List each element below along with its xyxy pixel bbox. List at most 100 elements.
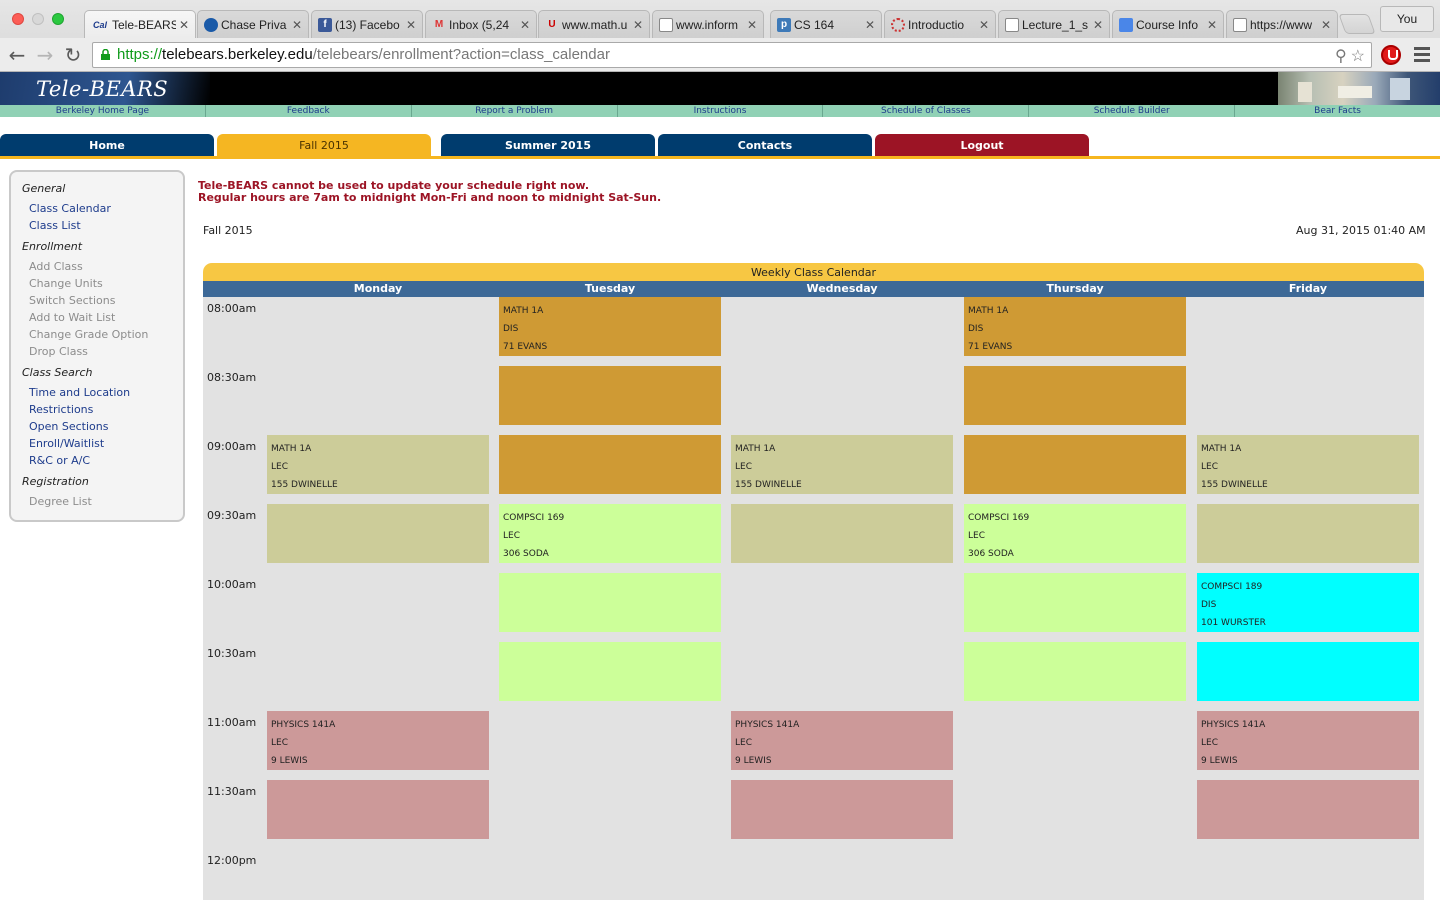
class-block-continuation[interactable] (1197, 642, 1419, 701)
time-label: 08:00am (207, 302, 257, 315)
profile-button[interactable]: You (1380, 6, 1434, 32)
bookmark-star-icon[interactable]: ☆ (1351, 45, 1365, 69)
browser-tab[interactable]: Chase Priva ✕ (197, 10, 309, 38)
browser-tab[interactable]: Course Info ✕ (1112, 10, 1224, 38)
address-bar[interactable]: https://telebears.berkeley.edu/telebears… (92, 42, 1372, 68)
nav-section-registration: Registration (22, 475, 89, 488)
class-block[interactable]: MATH 1A LEC 155 DWINELLE (267, 435, 489, 494)
class-block[interactable]: MATH 1A DIS 71 EVANS (964, 297, 1186, 356)
nav-item-time-and-location[interactable]: Time and Location (29, 386, 130, 399)
class-block-continuation[interactable] (267, 504, 489, 563)
site-link[interactable]: Report a Problem (412, 105, 618, 117)
cal-icon: Cal (92, 19, 107, 30)
class-block[interactable]: PHYSICS 141A LEC 9 LEWIS (1197, 711, 1419, 770)
site-logo[interactable]: Tele-BEARS (36, 77, 168, 101)
site-link[interactable]: Instructions (618, 105, 824, 117)
site-link[interactable]: Schedule Builder (1029, 105, 1236, 117)
close-tab-icon[interactable]: ✕ (406, 18, 416, 32)
class-block-continuation[interactable] (964, 435, 1186, 494)
day-header-friday: Friday (1288, 282, 1328, 295)
class-block[interactable]: MATH 1A LEC 155 DWINELLE (1197, 435, 1419, 494)
nav-item-restrictions[interactable]: Restrictions (29, 403, 93, 416)
site-link[interactable]: Schedule of Classes (823, 105, 1030, 117)
tab-logout[interactable]: Logout (875, 134, 1089, 156)
close-tab-icon[interactable]: ✕ (520, 18, 530, 32)
nav-item-drop-class: Drop Class (29, 345, 88, 358)
close-tab-icon[interactable]: ✕ (1207, 18, 1217, 32)
nav-item-switch-sections: Switch Sections (29, 294, 116, 307)
browser-tab[interactable]: Uwww.math.u ✕ (538, 10, 650, 38)
nav-item-class-list[interactable]: Class List (29, 219, 81, 232)
class-block[interactable]: COMPSCI 169 LEC 306 SODA (964, 504, 1186, 563)
class-type: LEC (968, 531, 985, 541)
forward-arrow-icon[interactable]: → (32, 42, 58, 68)
gmail-icon: M (434, 19, 444, 30)
tab-summer-2015[interactable]: Summer 2015 (441, 134, 655, 156)
class-block-continuation[interactable] (964, 573, 1186, 632)
close-tab-icon[interactable]: ✕ (633, 18, 643, 32)
class-block-continuation[interactable] (964, 642, 1186, 701)
new-tab-button[interactable] (1338, 14, 1376, 34)
nav-item-rc-or-ac[interactable]: R&C or A/C (29, 454, 90, 467)
nav-item-open-sections[interactable]: Open Sections (29, 420, 108, 433)
browser-menu-icon[interactable] (1414, 47, 1430, 65)
tab-fall-2015[interactable]: Fall 2015 (217, 134, 431, 159)
browser-tab[interactable]: M Inbox (5,24 ✕ (425, 10, 537, 38)
close-tab-icon[interactable]: ✕ (979, 18, 989, 32)
browser-tab[interactable]: www.inform ✕ (652, 10, 764, 38)
close-window-icon[interactable] (12, 13, 24, 25)
maximize-window-icon[interactable] (52, 13, 64, 25)
class-block[interactable]: MATH 1A DIS 71 EVANS (499, 297, 721, 356)
tab-home[interactable]: Home (0, 134, 214, 156)
class-block[interactable]: COMPSCI 169 LEC 306 SODA (499, 504, 721, 563)
browser-tab[interactable]: Introductio ✕ (884, 10, 996, 38)
search-icon[interactable]: ⚲ (1335, 45, 1347, 69)
class-block[interactable]: PHYSICS 141A LEC 9 LEWIS (267, 711, 489, 770)
page-icon (1233, 17, 1247, 32)
class-block-continuation[interactable] (267, 780, 489, 839)
site-link[interactable]: Feedback (206, 105, 412, 117)
class-block-continuation[interactable] (964, 366, 1186, 425)
class-room: 306 SODA (968, 549, 1014, 559)
class-block-continuation[interactable] (499, 642, 721, 701)
close-tab-icon[interactable]: ✕ (179, 18, 189, 32)
class-block-continuation[interactable] (1197, 780, 1419, 839)
browser-tab[interactable]: p CS 164 ✕ (770, 10, 882, 38)
class-block-continuation[interactable] (731, 504, 953, 563)
browser-tab-label: Introductio (908, 17, 965, 32)
close-tab-icon[interactable]: ✕ (1321, 18, 1331, 32)
nav-item-enroll-waitlist[interactable]: Enroll/Waitlist (29, 437, 104, 450)
reload-icon[interactable]: ↻ (60, 42, 86, 68)
nav-item-class-calendar[interactable]: Class Calendar (29, 202, 111, 215)
tab-contacts[interactable]: Contacts (658, 134, 872, 156)
class-block-continuation[interactable] (1197, 504, 1419, 563)
browser-tab[interactable]: Cal Tele-BEARS ✕ (84, 10, 196, 38)
class-block[interactable]: MATH 1A LEC 155 DWINELLE (731, 435, 953, 494)
browser-tab[interactable]: f (13) Facebo ✕ (311, 10, 423, 38)
page-icon (1005, 17, 1019, 32)
class-block[interactable]: COMPSCI 189 DIS 101 WURSTER (1197, 573, 1419, 632)
close-tab-icon[interactable]: ✕ (1093, 18, 1103, 32)
class-course: PHYSICS 141A (271, 720, 336, 730)
browser-tab[interactable]: Lecture_1_s ✕ (998, 10, 1110, 38)
extension-icon[interactable] (1381, 45, 1401, 65)
site-link[interactable]: Bear Facts (1235, 105, 1440, 117)
class-block-continuation[interactable] (731, 780, 953, 839)
close-tab-icon[interactable]: ✕ (747, 18, 757, 32)
calendar-day-header: Monday Tuesday Wednesday Thursday Friday (203, 281, 1424, 297)
site-link[interactable]: Berkeley Home Page (0, 105, 206, 117)
class-block-continuation[interactable] (499, 435, 721, 494)
class-course: COMPSCI 189 (1201, 582, 1263, 592)
browser-tab-label: (13) Facebo (335, 17, 400, 32)
back-arrow-icon[interactable]: ← (4, 42, 30, 68)
minimize-window-icon[interactable] (32, 13, 44, 25)
class-block-continuation[interactable] (499, 366, 721, 425)
class-block-continuation[interactable] (499, 573, 721, 632)
browser-tab[interactable]: https://www ✕ (1226, 10, 1338, 38)
day-header-tuesday: Tuesday (584, 282, 636, 295)
class-type: LEC (271, 738, 288, 748)
class-block[interactable]: PHYSICS 141A LEC 9 LEWIS (731, 711, 953, 770)
close-tab-icon[interactable]: ✕ (865, 18, 875, 32)
class-type: LEC (271, 462, 288, 472)
close-tab-icon[interactable]: ✕ (292, 18, 302, 32)
